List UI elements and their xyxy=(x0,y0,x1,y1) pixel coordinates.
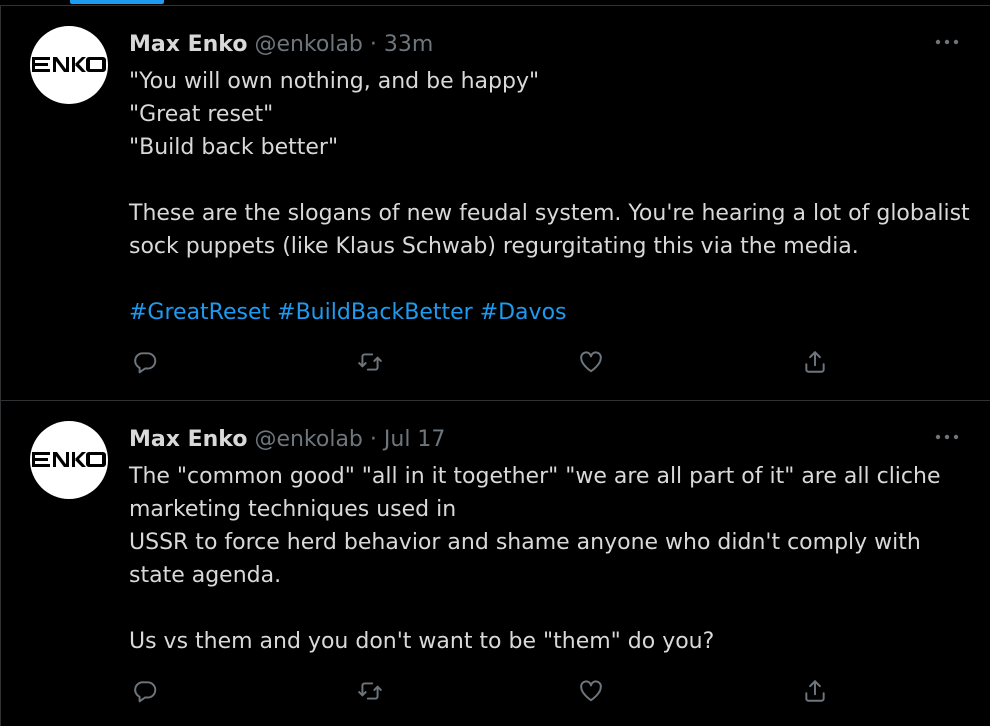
hashtag-link[interactable]: #Davos xyxy=(480,300,567,325)
author-handle[interactable]: @enkolab xyxy=(254,32,362,57)
tweet-timestamp[interactable]: Jul 17 xyxy=(384,427,446,452)
reply-icon xyxy=(134,352,157,374)
like-icon xyxy=(580,680,602,702)
author-handle[interactable]: @enkolab xyxy=(254,427,362,452)
tweet-line: sock puppets (like Klaus Schwab) regurgi… xyxy=(129,234,859,259)
tweet-actions xyxy=(129,676,849,706)
retweet-icon xyxy=(358,682,382,700)
avatar[interactable] xyxy=(30,26,108,104)
hashtag-line: #GreatReset #BuildBackBetter #Davos xyxy=(129,296,969,329)
author-name[interactable]: Max Enko xyxy=(129,32,247,57)
tweet-header: Max Enko @enkolab · Jul 17 xyxy=(129,426,445,454)
tweet-line xyxy=(129,164,969,197)
hashtag-link[interactable]: #BuildBackBetter xyxy=(277,300,473,325)
reply-icon xyxy=(134,681,157,703)
reply-button[interactable] xyxy=(129,676,161,706)
hashtag-link[interactable]: #GreatReset xyxy=(129,300,270,325)
author-name[interactable]: Max Enko xyxy=(129,427,247,452)
tweet-line: The "common good" "all in it together" "… xyxy=(129,464,941,489)
tweet-header: Max Enko @enkolab · 33m xyxy=(129,31,433,59)
share-icon xyxy=(805,351,825,373)
tweet-line: USSR to force herd behavior and shame an… xyxy=(129,530,921,555)
active-tab-indicator xyxy=(70,0,164,4)
share-icon xyxy=(805,680,825,702)
tweet-actions xyxy=(129,347,849,377)
tweet-line: state agenda. xyxy=(129,563,282,588)
retweet-button[interactable] xyxy=(354,347,386,377)
retweet-button[interactable] xyxy=(354,676,386,706)
separator-dot: · xyxy=(369,427,377,452)
retweet-icon xyxy=(358,353,382,371)
tweet-timestamp[interactable]: 33m xyxy=(384,32,433,57)
like-button[interactable] xyxy=(575,347,607,377)
share-button[interactable] xyxy=(799,347,831,377)
tweet-line: "Great reset" xyxy=(129,102,274,127)
enko-logo xyxy=(32,452,106,467)
tweet-line: "Build back better" xyxy=(129,135,339,160)
tweet-line: "You will own nothing, and be happy" xyxy=(129,69,540,94)
separator-dot: · xyxy=(369,32,377,57)
tweet-line: These are the slogans of new feudal syst… xyxy=(129,201,970,226)
tweet[interactable]: Max Enko @enkolab · 33m "You will own no… xyxy=(1,6,990,400)
share-button[interactable] xyxy=(799,676,831,706)
tweet-line: marketing techniques used in xyxy=(129,497,457,522)
reply-button[interactable] xyxy=(129,347,161,377)
tweet-line: Us vs them and you don't want to be "the… xyxy=(129,629,715,654)
timeline: Max Enko @enkolab · 33m "You will own no… xyxy=(0,0,990,726)
tweet-line xyxy=(129,263,969,296)
tweet-text: The "common good" "all in it together" "… xyxy=(129,460,969,658)
enko-logo xyxy=(32,57,106,72)
avatar[interactable] xyxy=(30,421,108,499)
tweet-line xyxy=(129,592,969,625)
more-icon[interactable] xyxy=(934,36,960,48)
more-icon[interactable] xyxy=(934,431,960,443)
like-icon xyxy=(580,351,602,373)
tweet[interactable]: Max Enko @enkolab · Jul 17 The "common g… xyxy=(1,401,990,726)
like-button[interactable] xyxy=(575,676,607,706)
tweet-text: "You will own nothing, and be happy" "Gr… xyxy=(129,65,970,329)
